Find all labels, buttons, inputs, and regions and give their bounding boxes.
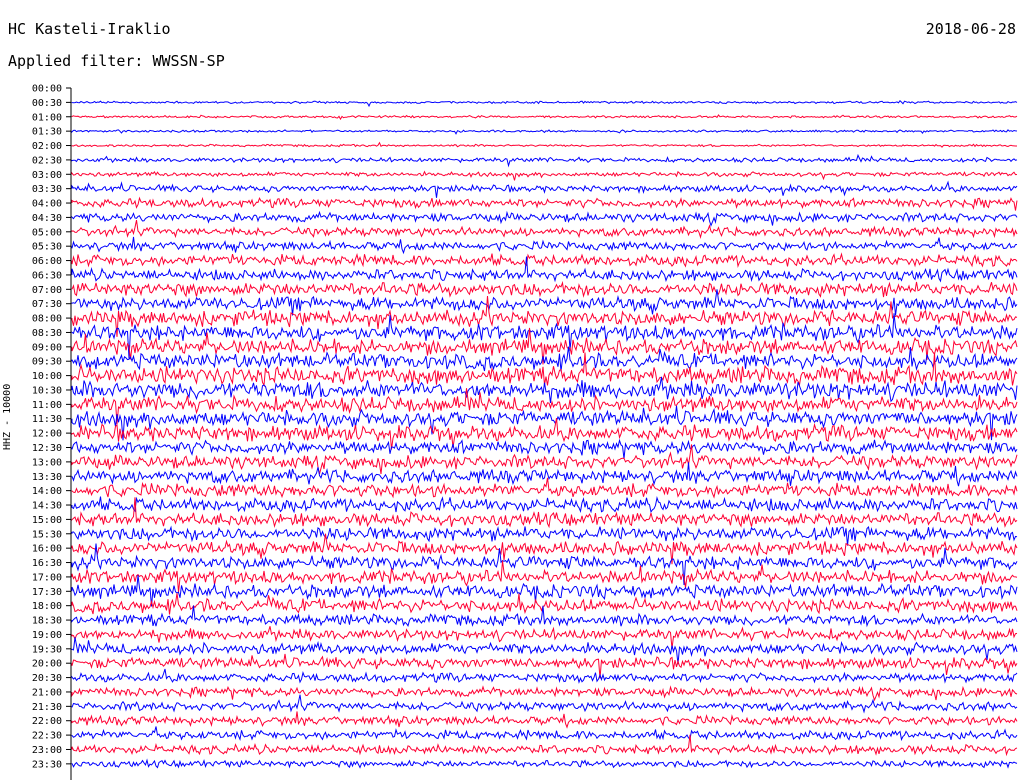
time-tick-label: 22:30 <box>32 731 62 742</box>
time-tick-label: 08:00 <box>32 314 62 325</box>
time-tick-label: 05:30 <box>32 242 62 253</box>
time-tick-label: 15:00 <box>32 515 62 526</box>
time-tick-label: 08:30 <box>32 328 62 339</box>
time-tick-label: 11:30 <box>32 414 62 425</box>
time-tick-label: 04:30 <box>32 213 62 224</box>
time-tick-label: 10:00 <box>32 371 62 382</box>
time-tick-label: 07:30 <box>32 299 62 310</box>
seismic-trace <box>71 525 1018 546</box>
time-tick-label: 00:00 <box>32 84 62 95</box>
time-tick-label: 14:30 <box>32 501 62 512</box>
seismic-trace <box>71 210 1018 227</box>
seismic-trace <box>71 180 1018 198</box>
time-tick-label: 12:30 <box>32 443 62 454</box>
seismic-trace <box>71 462 1018 487</box>
seismic-trace <box>71 497 1018 529</box>
seismic-trace <box>71 734 1018 757</box>
seismic-trace <box>71 99 1018 108</box>
seismic-trace <box>71 496 1018 514</box>
seismic-trace <box>71 477 1018 499</box>
time-tick-label: 10:30 <box>32 385 62 396</box>
seismic-trace <box>71 758 1018 769</box>
time-tick-label: 03:00 <box>32 170 62 181</box>
time-tick-label: 16:30 <box>32 558 62 569</box>
time-tick-label: 09:00 <box>32 342 62 353</box>
seismic-trace <box>71 711 1018 729</box>
time-tick-label: 00:30 <box>32 98 62 109</box>
seismic-trace <box>71 114 1018 121</box>
seismic-trace <box>71 170 1018 181</box>
time-tick-label: 09:30 <box>32 357 62 368</box>
time-tick-label: 01:00 <box>32 112 62 123</box>
seismic-trace <box>71 236 1018 255</box>
time-tick-label: 19:00 <box>32 630 62 641</box>
time-tick-label: 17:00 <box>32 572 62 583</box>
seismic-trace <box>71 726 1018 742</box>
seismic-trace <box>71 605 1018 628</box>
time-tick-label: 06:00 <box>32 256 62 267</box>
seismic-trace <box>71 153 1018 168</box>
seismic-trace <box>71 668 1018 684</box>
seismic-trace <box>71 141 1017 148</box>
time-tick-label: 23:30 <box>32 759 62 770</box>
time-tick-label: 16:00 <box>32 544 62 555</box>
time-tick-label: 04:00 <box>32 199 62 210</box>
seismic-trace <box>71 219 1018 239</box>
time-tick-label: 07:00 <box>32 285 62 296</box>
seismic-trace <box>71 626 1018 649</box>
time-tick-label: 23:00 <box>32 745 62 756</box>
seismic-trace <box>71 196 1018 211</box>
seismic-trace <box>71 280 1018 298</box>
time-tick-label: 20:00 <box>32 659 62 670</box>
time-tick-label: 12:00 <box>32 429 62 440</box>
seismic-trace <box>71 593 1018 615</box>
time-tick-label: 14:00 <box>32 486 62 497</box>
time-tick-label: 05:00 <box>32 227 62 238</box>
time-tick-label: 02:00 <box>32 141 62 152</box>
time-tick-label: 21:30 <box>32 702 62 713</box>
time-tick-label: 17:30 <box>32 587 62 598</box>
time-tick-label: 11:00 <box>32 400 62 411</box>
time-tick-label: 21:00 <box>32 687 62 698</box>
seismic-trace <box>71 252 1018 268</box>
seismic-trace <box>71 289 1018 316</box>
time-tick-label: 03:30 <box>32 184 62 195</box>
time-tick-label: 15:30 <box>32 529 62 540</box>
time-tick-label: 19:30 <box>32 644 62 655</box>
seismic-trace <box>71 685 1018 702</box>
time-tick-label: 18:00 <box>32 601 62 612</box>
time-tick-label: 01:30 <box>32 127 62 138</box>
time-tick-label: 13:00 <box>32 457 62 468</box>
time-tick-label: 02:30 <box>32 155 62 166</box>
seismic-trace <box>71 438 1018 459</box>
seismic-trace <box>71 313 1018 359</box>
helicorder-plot: 00:00 00:30 01:00 01:30 02:00 02:30 03:00 03:30… <box>32 84 1018 780</box>
seismic-trace <box>71 129 1018 135</box>
time-tick-label: 20:30 <box>32 673 62 684</box>
time-tick-label: 22:00 <box>32 716 62 727</box>
time-tick-label: 13:30 <box>32 472 62 483</box>
seismic-trace <box>71 352 1018 388</box>
time-tick-label: 06:30 <box>32 270 62 281</box>
time-tick-label: 18:30 <box>32 616 62 627</box>
